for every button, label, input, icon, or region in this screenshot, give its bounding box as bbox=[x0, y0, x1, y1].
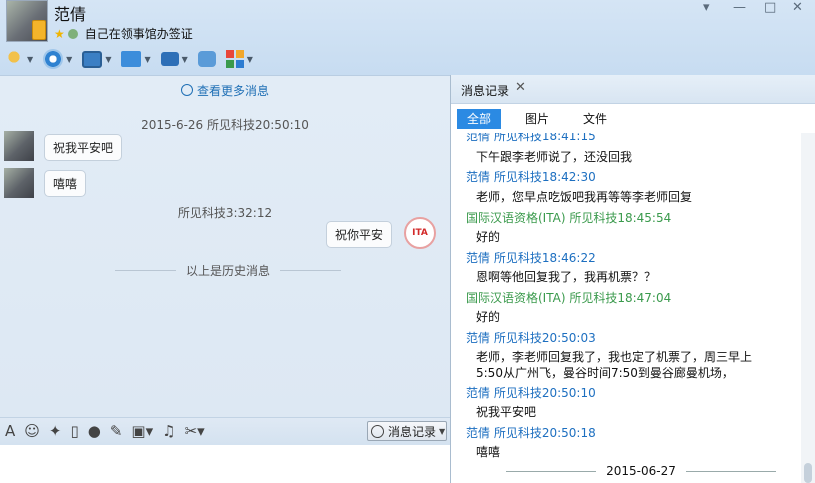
scissors-icon[interactable]: ✂▾ bbox=[185, 422, 205, 440]
close-icon[interactable]: ✕ bbox=[792, 0, 803, 15]
record-sender: 范倩 所见科技20:50:18 bbox=[466, 426, 596, 440]
record-text: 下午跟李老师说了，还没回我 bbox=[476, 150, 633, 164]
mobile-online-icon bbox=[32, 20, 46, 40]
record-sender: 范倩 所见科技20:50:03 bbox=[466, 331, 596, 345]
filter-images[interactable]: 图片 bbox=[515, 109, 559, 129]
record-text: 老师，您早点吃饭吧我再等等李老师回复 bbox=[476, 190, 693, 204]
remote-assist-button[interactable]: ▼ bbox=[160, 52, 188, 66]
tab-message-history[interactable]: 消息记录 bbox=[461, 82, 509, 99]
menu-dropdown-icon[interactable]: ▾ bbox=[703, 0, 710, 15]
avatar[interactable] bbox=[4, 131, 34, 161]
filter-files[interactable]: 文件 bbox=[573, 109, 617, 129]
minimize-icon[interactable]: — bbox=[733, 0, 746, 15]
message-input[interactable] bbox=[0, 445, 450, 483]
record-sender: 范倩 所见科技20:50:10 bbox=[466, 386, 596, 400]
history-divider: 以上是历史消息 bbox=[115, 262, 342, 279]
record-text: 5:50从广州飞，曼谷时间7:50到曼谷廊曼机场， bbox=[476, 366, 734, 380]
new-message-icon bbox=[197, 51, 216, 67]
apps-button[interactable]: ▼ bbox=[225, 50, 253, 68]
date-divider: 2015-06-27 bbox=[506, 464, 776, 478]
chat-header: 范倩 ★ 自己在领事馆办签证 ▾ — □ ✕ ▼ ▼ ▼ ▼ ▼ ▼ bbox=[0, 0, 815, 75]
record-sender: 国际汉语资格(ITA) 所见科技18:47:04 bbox=[466, 291, 672, 305]
chevron-down-icon[interactable]: ▼ bbox=[439, 427, 445, 436]
magic-icon[interactable]: ✦ bbox=[49, 422, 62, 440]
message-timestamp: 所见科技3:32:12 bbox=[177, 206, 273, 220]
chevron-down-icon[interactable]: ▼ bbox=[105, 55, 111, 64]
microphone-icon bbox=[4, 49, 24, 69]
scroll-thumb[interactable] bbox=[804, 463, 812, 483]
scrollbar[interactable] bbox=[801, 133, 815, 483]
maximize-icon[interactable]: □ bbox=[764, 0, 776, 15]
screen-share-button[interactable]: ▼ bbox=[82, 50, 111, 68]
clock-icon bbox=[180, 84, 193, 96]
contact-name: 范倩 bbox=[54, 5, 87, 24]
message-bubble[interactable]: 嘻嘻 bbox=[44, 170, 87, 197]
filter-tabs: 全部 图片 文件 bbox=[457, 109, 631, 129]
image-icon[interactable]: ▣▾ bbox=[131, 422, 153, 440]
record-text: 好的 bbox=[476, 230, 501, 244]
voice-call-button[interactable]: ▼ bbox=[4, 49, 33, 69]
message-timestamp: 2015-6-26 所见科技20:50:10 bbox=[141, 118, 309, 132]
webcam-icon bbox=[43, 49, 64, 69]
emoji-icon[interactable]: ☺ bbox=[24, 422, 40, 440]
message-bubble[interactable]: 祝你平安 bbox=[326, 221, 393, 248]
video-call-button[interactable]: ▼ bbox=[43, 49, 72, 69]
music-icon[interactable]: ♫ bbox=[162, 422, 175, 440]
divider-line bbox=[115, 270, 176, 271]
chat-area[interactable]: 查看更多消息 2015-6-26 所见科技20:50:10 祝我平安吧 嘻嘻 所… bbox=[0, 75, 450, 418]
message-history-button[interactable]: 消息记录 ▼ bbox=[367, 421, 447, 441]
new-message-button[interactable] bbox=[197, 51, 216, 67]
status-message: 自己在领事馆办签证 bbox=[84, 27, 193, 41]
screen-share-icon bbox=[82, 50, 103, 68]
status-row: ★ 自己在领事馆办签证 bbox=[54, 25, 193, 42]
record-text: 嘻嘻 bbox=[476, 445, 501, 459]
close-icon[interactable]: ✕ bbox=[515, 80, 526, 95]
record-text: 老师，李老师回复我了，我也定了机票了，周三早上 bbox=[476, 350, 753, 364]
date-divider-label: 2015-06-27 bbox=[606, 464, 676, 478]
record-sender: 范倩 所见科技18:41:15 bbox=[466, 133, 596, 143]
history-records[interactable]: 范倩 所见科技18:41:15 下午跟李老师说了，还没回我 范倩 所见科技18:… bbox=[451, 133, 801, 483]
record-sender: 范倩 所见科技18:46:22 bbox=[466, 251, 596, 265]
view-more-link[interactable]: 查看更多消息 bbox=[0, 82, 450, 99]
chat-icon bbox=[67, 28, 78, 39]
video-clip-icon[interactable]: ▯ bbox=[70, 422, 78, 440]
chevron-down-icon[interactable]: ▼ bbox=[66, 55, 72, 64]
history-panel: 消息记录 ✕ 全部 图片 文件 范倩 所见科技18:41:15 下午跟李老师说了… bbox=[450, 75, 815, 483]
apps-icon bbox=[225, 50, 244, 68]
file-transfer-icon bbox=[121, 51, 142, 67]
divider-line bbox=[506, 470, 597, 472]
message-bubble[interactable]: 祝我平安吧 bbox=[44, 134, 123, 161]
avatar[interactable]: ITA bbox=[404, 217, 436, 249]
panel-header: 消息记录 ✕ bbox=[451, 75, 815, 104]
message-history-label: 消息记录 bbox=[388, 424, 437, 439]
history-divider-label: 以上是历史消息 bbox=[186, 264, 271, 278]
chevron-down-icon[interactable]: ▼ bbox=[247, 55, 253, 64]
chevron-down-icon[interactable]: ▼ bbox=[144, 55, 150, 64]
font-icon[interactable]: A bbox=[5, 422, 15, 440]
chevron-down-icon[interactable]: ▼ bbox=[182, 55, 188, 64]
record-text: 好的 bbox=[476, 310, 501, 324]
filter-all[interactable]: 全部 bbox=[457, 109, 502, 129]
action-toolbar: ▼ ▼ ▼ ▼ ▼ ▼ bbox=[4, 46, 263, 72]
edit-icon[interactable]: ✎ bbox=[110, 422, 123, 440]
star-icon: ★ bbox=[54, 26, 65, 41]
record-sender: 范倩 所见科技18:42:30 bbox=[466, 170, 596, 184]
voice-icon[interactable]: ● bbox=[88, 422, 101, 440]
view-more-label[interactable]: 查看更多消息 bbox=[197, 84, 269, 98]
file-transfer-button[interactable]: ▼ bbox=[121, 51, 151, 67]
input-toolbar: A ☺ ✦ ▯ ● ✎ ▣▾ ♫ ✂▾ 消息记录 ▼ bbox=[0, 417, 450, 445]
input-tools: A ☺ ✦ ▯ ● ✎ ▣▾ ♫ ✂▾ bbox=[5, 422, 205, 440]
avatar[interactable] bbox=[4, 168, 34, 198]
record-sender: 国际汉语资格(ITA) 所见科技18:45:54 bbox=[466, 211, 672, 225]
divider-line bbox=[280, 270, 342, 271]
record-text: 祝我平安吧 bbox=[476, 405, 537, 419]
record-text: 恩啊等他回复我了，我再机票？？ bbox=[476, 270, 657, 284]
divider-line bbox=[685, 470, 776, 472]
chevron-down-icon[interactable]: ▼ bbox=[27, 55, 33, 64]
remote-assist-icon bbox=[160, 52, 179, 66]
clock-icon bbox=[371, 424, 384, 438]
